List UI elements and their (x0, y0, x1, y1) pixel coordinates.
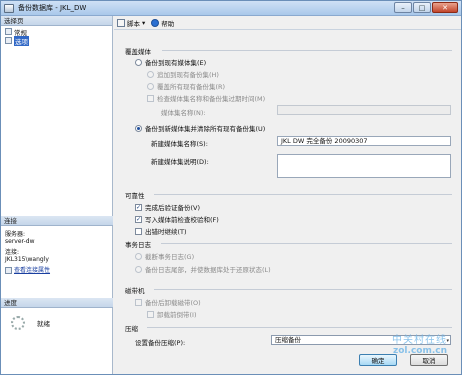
backup-to-existing-set-radio[interactable]: 备份到现有媒体集(E) (135, 57, 206, 67)
tail-log-radio[interactable]: 备份日志尾部，并使数据库处于还原状态(L) (135, 264, 271, 274)
new-set-description-label: 新建媒体集说明(D): (151, 158, 209, 166)
tape-drive-title: 磁带机 (125, 287, 145, 295)
page-icon (5, 37, 12, 44)
verify-backup-checkbox[interactable]: ✓ 完成后验证备份(V) (135, 202, 200, 212)
checkbox-indicator (147, 310, 154, 318)
divider (161, 243, 452, 244)
close-button[interactable]: ✕ (432, 2, 458, 13)
radio-label: 截断事务日志(G) (145, 253, 195, 261)
help-button[interactable]: 帮助 (151, 18, 174, 28)
page-icon (5, 28, 12, 35)
new-set-name-input[interactable]: JKL DW 完全备份 20090307 (277, 136, 451, 146)
reliability-title: 可靠性 (125, 192, 145, 200)
media-set-name-label: 媒体集名称(N): (161, 109, 206, 117)
title-bar[interactable]: 备份数据库 - JKL_DW – □ ✕ (1, 1, 461, 16)
database-icon (4, 3, 14, 13)
new-set-name-label: 新建媒体集名称(S): (151, 140, 208, 148)
checkbox-label: 检查媒体集名称和备份集过期时间(M) (157, 95, 266, 103)
checkbox-indicator (135, 298, 142, 306)
main-panel: 脚本 ▾ 帮助 覆盖媒体 备份到现有媒体集(E) 追加到现有备份集(H) 覆盖所… (114, 16, 461, 374)
radio-label: 追加到现有备份集(H) (157, 71, 219, 79)
divider (154, 289, 452, 290)
check-media-name-checkbox[interactable]: 检查媒体集名称和备份集过期时间(M) (147, 93, 265, 103)
watermark-cn: 中关村在线 (392, 335, 447, 346)
radio-label: 覆盖所有现有备份集(R) (157, 83, 226, 91)
select-page-header: 选择页 (1, 16, 112, 26)
transaction-log-title: 事务日志 (125, 241, 151, 249)
radio-indicator (135, 252, 142, 260)
checkbox-indicator (147, 94, 154, 102)
compression-setting-label: 设置备份压缩(P): (135, 339, 186, 347)
overwrite-media-title: 覆盖媒体 (125, 48, 151, 56)
server-value: server-dw (5, 238, 35, 245)
connection-label: 连接: (5, 249, 20, 256)
page-item-options[interactable]: 选项 (1, 35, 112, 46)
radio-indicator (147, 70, 154, 78)
window-title: 备份数据库 - JKL_DW (18, 4, 87, 12)
compression-selected-value: 压缩备份 (275, 336, 301, 344)
backup-database-dialog: 备份数据库 - JKL_DW – □ ✕ 选择页 常规 选项 连接 服务器: s… (0, 0, 462, 375)
checkbox-label: 出错时继续(T) (145, 228, 187, 236)
checksum-checkbox[interactable]: ✓ 写入媒体前检查校验和(F) (135, 214, 219, 224)
connection-header: 连接 (1, 216, 113, 226)
rewind-tape-checkbox[interactable]: 卸载前倒带(I) (147, 309, 197, 319)
backup-to-new-set-radio[interactable]: 备份到新媒体集并清除所有现有备份集(U) (135, 123, 265, 133)
server-label: 服务器: (5, 231, 26, 238)
progress-header: 进度 (1, 298, 113, 308)
compression-title: 压缩 (125, 325, 138, 333)
connection-properties-icon (5, 267, 12, 274)
maximize-button[interactable]: □ (413, 2, 431, 13)
continue-on-error-checkbox[interactable]: 出错时继续(T) (135, 226, 187, 236)
chevron-down-icon: ▾ (142, 18, 146, 27)
help-icon (151, 18, 160, 27)
script-label: 脚本 (127, 19, 140, 28)
view-connection-properties-link[interactable]: 查看连接属性 (14, 267, 50, 274)
checkbox-indicator: ✓ (135, 203, 142, 211)
radio-indicator (135, 124, 142, 132)
checkbox-label: 完成后验证备份(V) (145, 204, 201, 212)
radio-label: 备份到新媒体集并清除所有现有备份集(U) (145, 125, 266, 133)
radio-indicator (135, 265, 142, 273)
connection-value: JKL315\wangly (5, 256, 49, 263)
checkbox-label: 卸载前倒带(I) (157, 311, 197, 319)
unload-tape-checkbox[interactable]: 备份后卸载磁带(O) (135, 297, 201, 307)
checkbox-indicator (135, 227, 142, 235)
divider (162, 50, 452, 51)
radio-label: 备份到现有媒体集(E) (145, 59, 207, 67)
watermark-en: zol.com.cn (393, 346, 447, 356)
divider (154, 194, 452, 195)
script-icon (117, 18, 125, 27)
divider (147, 327, 452, 328)
site-watermark: 中关村在线 zol.com.cn (392, 331, 447, 356)
media-set-name-input[interactable] (277, 105, 451, 115)
append-to-set-radio[interactable]: 追加到现有备份集(H) (147, 69, 219, 79)
new-set-description-input[interactable] (277, 154, 451, 178)
page-label: 选项 (14, 35, 29, 46)
script-button[interactable]: 脚本 ▾ (117, 18, 145, 28)
help-label: 帮助 (161, 19, 175, 28)
checkbox-label: 备份后卸载磁带(O) (145, 299, 201, 307)
progress-status: 就绪 (37, 320, 50, 328)
radio-indicator (135, 58, 142, 66)
radio-label: 备份日志尾部，并使数据库处于还原状态(L) (145, 266, 271, 274)
overwrite-all-sets-radio[interactable]: 覆盖所有现有备份集(R) (147, 81, 225, 91)
sidebar: 选择页 常规 选项 连接 服务器: server-dw 连接: JKL315\w… (1, 16, 113, 374)
checkbox-label: 写入媒体前检查校验和(F) (145, 216, 219, 224)
options-content: 覆盖媒体 备份到现有媒体集(E) 追加到现有备份集(H) 覆盖所有现有备份集(R… (114, 31, 461, 374)
checkbox-indicator: ✓ (135, 215, 142, 223)
progress-spinner-icon (11, 316, 25, 330)
truncate-log-radio[interactable]: 截断事务日志(G) (135, 251, 194, 261)
radio-indicator (147, 82, 154, 90)
toolbar: 脚本 ▾ 帮助 (114, 16, 461, 30)
minimize-button[interactable]: – (394, 2, 412, 13)
